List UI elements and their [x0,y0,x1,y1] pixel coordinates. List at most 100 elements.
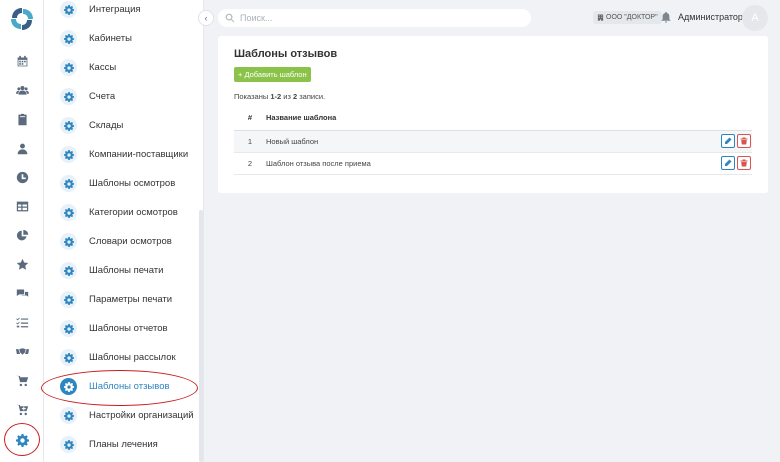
table-icon[interactable] [0,194,44,218]
review-templates-card: Шаблоны отзывов + Добавить шаблон Показа… [218,36,768,193]
row-actions [712,152,752,175]
calendar-icon[interactable] [0,49,44,73]
cart-add-icon[interactable] [0,397,44,421]
gear-icon [60,349,77,366]
gear-icon [60,407,77,424]
submenu-item-label: Шаблоны осмотров [89,178,176,189]
column-header-name[interactable]: Название шаблона [266,106,712,131]
bell-icon[interactable] [660,11,672,23]
submenu-item-label: Планы лечения [89,439,158,450]
gear-icon [60,88,77,105]
template-name[interactable]: Новый шаблон [266,130,712,153]
submenu-item-label: Шаблоны отзывов [89,381,170,392]
submenu-item-label: Категории осмотров [89,207,178,218]
submenu-item-exam-categories[interactable]: Категории осмотров [44,198,196,227]
summary-mid: из [281,92,293,101]
gear-icon [60,262,77,279]
submenu-item-label: Компании-поставщики [89,149,189,160]
submenu-item-exam-templates[interactable]: Шаблоны осмотров [44,169,196,198]
page-title: Шаблоны отзывов [234,48,338,60]
column-header-number[interactable]: # [234,106,266,131]
settings-submenu: Интеграция Кабинеты Кассы Счета Склады К… [44,0,204,462]
submenu-item-org-settings[interactable]: Настройки организаций [44,401,196,430]
templates-table: # Название шаблона 1 Новый шаблон 2 Шабл… [234,106,752,175]
organization-name: ООО "ДОКТОР" [606,14,658,21]
gear-icon [60,233,77,250]
search-box[interactable] [218,9,531,27]
delete-button[interactable] [737,134,751,148]
row-number: 1 [234,130,266,153]
submenu-item-integration[interactable]: Интеграция [44,0,196,24]
submenu-item-label: Кассы [89,62,117,73]
app-logo[interactable] [8,5,36,33]
table-header-row: # Название шаблона [234,106,752,131]
table-row: 1 Новый шаблон [234,130,752,153]
submenu-scrollbar[interactable] [199,210,203,462]
gear-icon [60,1,77,18]
comments-icon[interactable] [0,281,44,305]
gear-icon [60,146,77,163]
submenu-item-label: Кабинеты [89,33,132,44]
star-icon[interactable] [0,252,44,276]
gear-icon [60,204,77,221]
submenu-item-suppliers[interactable]: Компании-поставщики [44,140,196,169]
search-input[interactable] [240,13,520,23]
records-summary: Показаны 1-2 из 2 записи. [234,92,325,101]
submenu-item-label: Параметры печати [89,294,173,305]
submenu-item-label: Интеграция [89,4,141,15]
template-name[interactable]: Шаблон отзыва после приема [266,152,712,175]
submenu-item-label: Склады [89,120,124,131]
submenu-item-label: Счета [89,91,116,102]
submenu-item-warehouses[interactable]: Склады [44,111,196,140]
handshake-icon[interactable] [0,339,44,363]
submenu-item-review-templates[interactable]: Шаблоны отзывов [44,372,196,401]
avatar[interactable]: A [742,5,768,31]
pie-chart-icon[interactable] [0,223,44,247]
checklist-icon[interactable] [0,310,44,334]
user-name[interactable]: Администратор [678,12,743,22]
settings-gear-icon[interactable] [0,428,44,452]
submenu-item-accounts[interactable]: Счета [44,82,196,111]
submenu-item-print-templates[interactable]: Шаблоны печати [44,256,196,285]
users-icon[interactable] [0,78,44,102]
gear-icon [60,30,77,47]
submenu-item-report-templates[interactable]: Шаблоны отчетов [44,314,196,343]
submenu-item-exam-dictionaries[interactable]: Словари осмотров [44,227,196,256]
collapse-sidebar-button[interactable]: ‹ [198,10,214,26]
gear-icon [60,436,77,453]
gear-icon [60,59,77,76]
summary-range: 1-2 [270,92,282,101]
edit-button[interactable] [721,134,735,148]
pencil-icon [725,159,732,166]
building-icon [597,14,604,21]
cart-icon[interactable] [0,368,44,392]
chevron-left-icon: ‹ [204,13,208,23]
summary-prefix: Показаны [234,92,271,101]
gear-icon [60,291,77,308]
clock-icon[interactable] [0,165,44,189]
icon-rail [0,0,44,462]
organization-badge[interactable]: ООО "ДОКТОР" [593,11,662,24]
row-actions [712,130,752,153]
submenu-item-label: Словари осмотров [89,236,172,247]
submenu-item-cabinets[interactable]: Кабинеты [44,24,196,53]
clipboard-icon[interactable] [0,107,44,131]
table-row: 2 Шаблон отзыва после приема [234,152,752,175]
gear-icon [60,320,77,337]
submenu-item-treatment-plans[interactable]: Планы лечения [44,430,196,459]
submenu-item-print-settings[interactable]: Параметры печати [44,285,196,314]
submenu-item-mailing-templates[interactable]: Шаблоны рассылок [44,343,196,372]
gear-icon [60,378,77,395]
delete-button[interactable] [737,156,751,170]
summary-suffix: записи. [297,92,326,101]
column-header-actions [712,106,752,131]
edit-button[interactable] [721,156,735,170]
search-icon [225,13,235,23]
gear-icon [60,117,77,134]
add-template-button[interactable]: + Добавить шаблон [234,67,311,82]
submenu-item-cash-registers[interactable]: Кассы [44,53,196,82]
pencil-icon [725,137,732,144]
submenu-item-label: Шаблоны печати [89,265,164,276]
patient-icon[interactable] [0,136,44,160]
submenu-item-label: Шаблоны рассылок [89,352,176,363]
